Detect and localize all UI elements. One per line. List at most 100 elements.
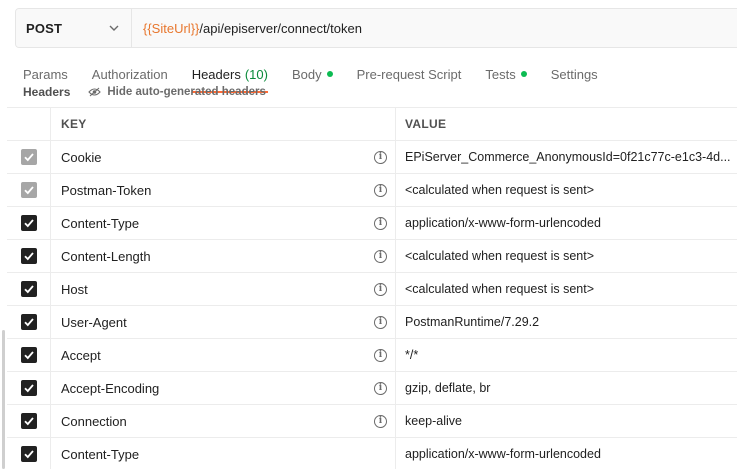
table-row: Accept i */* xyxy=(7,339,737,372)
info-icon[interactable]: i xyxy=(374,150,387,164)
value-cell[interactable]: <calculated when request is sent> xyxy=(396,174,737,206)
key-cell[interactable]: Content-Length i xyxy=(51,240,396,272)
hide-auto-generated-label: Hide auto-generated headers xyxy=(107,86,266,98)
info-icon[interactable]: i xyxy=(374,216,387,230)
info-icon[interactable]: i xyxy=(374,249,387,263)
hide-auto-generated-button[interactable]: Hide auto-generated headers xyxy=(88,86,266,98)
tab-label: Settings xyxy=(550,66,598,82)
header-key: Host xyxy=(61,281,88,297)
key-cell[interactable]: Connection i xyxy=(51,405,396,437)
value-cell[interactable]: application/x-www-form-urlencoded xyxy=(396,207,737,239)
info-icon[interactable]: i xyxy=(374,381,387,395)
tab-tests[interactable]: Tests xyxy=(485,66,527,82)
row-checkbox[interactable] xyxy=(20,413,37,429)
request-url-bar: POST {{SiteUrl}} /api/episerver/connect/… xyxy=(15,8,737,48)
table-row: Postman-Token i <calculated when request i… xyxy=(7,174,737,207)
header-key: Accept xyxy=(61,347,101,363)
value-cell[interactable]: */* xyxy=(396,339,737,371)
tab-params[interactable]: Params xyxy=(23,67,68,82)
row-checkbox[interactable] xyxy=(20,149,37,165)
header-value: application/x-www-form-urlencoded xyxy=(405,216,601,230)
table-row: Host i <calculated when request is sent> xyxy=(7,273,737,306)
key-cell[interactable]: Host i xyxy=(51,273,396,305)
header-key: Accept-Encoding xyxy=(61,380,160,396)
header-value: */* xyxy=(405,348,419,362)
key-cell[interactable]: User-Agent i xyxy=(51,306,396,338)
key-cell[interactable]: Content-Type xyxy=(51,438,396,469)
url-input[interactable]: {{SiteUrl}} /api/episerver/connect/token xyxy=(132,9,362,47)
header-key: Content-Length xyxy=(61,248,151,264)
checkbox-cell xyxy=(7,240,51,272)
row-checkbox[interactable] xyxy=(20,347,37,363)
table-row: User-Agent i PostmanRuntime/7.29.2 xyxy=(7,306,737,339)
value-cell[interactable]: <calculated when request is sent> xyxy=(396,273,737,305)
row-checkbox[interactable] xyxy=(20,248,37,264)
column-header-key: KEY xyxy=(51,108,396,140)
tab-pre-request-script[interactable]: Pre-request Script xyxy=(357,67,462,82)
table-row: Cookie i EPiServer_Commerce_AnonymousId=0f… xyxy=(7,141,737,174)
checkmark-icon xyxy=(23,186,34,195)
checkbox-cell xyxy=(7,405,51,437)
value-cell[interactable]: PostmanRuntime/7.29.2 xyxy=(396,306,737,338)
row-checkbox[interactable] xyxy=(20,281,37,297)
headers-subheader: Headers Hide auto-generated headers xyxy=(23,84,266,100)
key-cell[interactable]: Content-Type i xyxy=(51,207,396,239)
tab-label: Headers xyxy=(191,66,241,82)
url-variable: {{SiteUrl}} xyxy=(143,20,200,36)
section-title: Headers xyxy=(23,85,71,99)
checkmark-icon xyxy=(23,252,34,261)
checkbox-cell xyxy=(7,273,51,305)
tab-label: Pre-request Script xyxy=(356,66,462,82)
tab-settings[interactable]: Settings xyxy=(551,67,598,82)
info-icon[interactable]: i xyxy=(374,282,387,296)
row-checkbox[interactable] xyxy=(20,446,37,462)
scrollbar-thumb[interactable] xyxy=(2,330,5,469)
header-value: <calculated when request is sent> xyxy=(405,183,595,197)
key-cell[interactable]: Cookie i xyxy=(51,141,396,173)
method-select[interactable]: POST xyxy=(16,9,132,47)
table-header-row: KEY VALUE xyxy=(7,108,737,141)
row-checkbox[interactable] xyxy=(20,380,37,396)
row-checkbox[interactable] xyxy=(20,314,37,330)
checkbox-cell xyxy=(7,372,51,404)
value-cell[interactable]: gzip, deflate, br xyxy=(396,372,737,404)
eye-off-icon xyxy=(88,87,102,97)
tab-authorization[interactable]: Authorization xyxy=(92,67,168,82)
table-row: Content-Type application/x-www-form-urlen… xyxy=(7,438,737,469)
value-cell[interactable]: <calculated when request is sent> xyxy=(396,240,737,272)
tab-label: Params xyxy=(23,66,68,82)
header-key: Content-Type xyxy=(61,446,140,462)
header-key: Postman-Token xyxy=(61,182,152,198)
info-icon[interactable]: i xyxy=(374,414,387,428)
value-cell[interactable]: EPiServer_Commerce_AnonymousId=0f21c77c-… xyxy=(396,141,737,173)
tab-body[interactable]: Body xyxy=(292,67,333,82)
checkmark-icon xyxy=(23,351,34,360)
header-value: EPiServer_Commerce_AnonymousId=0f21c77c-… xyxy=(405,150,731,164)
info-icon[interactable]: i xyxy=(374,183,387,197)
tab-headers[interactable]: Headers (10) xyxy=(191,66,268,93)
row-checkbox[interactable] xyxy=(20,182,37,198)
row-checkbox[interactable] xyxy=(20,215,37,231)
status-dot-icon xyxy=(326,71,333,77)
tab-label: Tests xyxy=(485,66,516,82)
header-value: <calculated when request is sent> xyxy=(405,282,595,296)
key-cell[interactable]: Accept-Encoding i xyxy=(51,372,396,404)
table-row: Content-Length i <calculated when request … xyxy=(7,240,737,273)
info-icon[interactable]: i xyxy=(374,348,387,362)
header-key: Connection xyxy=(61,413,127,429)
info-icon[interactable]: i xyxy=(374,315,387,329)
value-cell[interactable]: keep-alive xyxy=(396,405,737,437)
checkbox-cell xyxy=(7,207,51,239)
headers-count: (10) xyxy=(244,66,268,82)
header-key: Content-Type xyxy=(61,215,140,231)
key-cell[interactable]: Postman-Token i xyxy=(51,174,396,206)
url-path: /api/episerver/connect/token xyxy=(199,20,362,36)
header-value: <calculated when request is sent> xyxy=(405,249,595,263)
tab-label: Body xyxy=(291,66,322,82)
checkbox-cell xyxy=(7,438,51,469)
key-cell[interactable]: Accept i xyxy=(51,339,396,371)
checkmark-icon xyxy=(23,153,34,162)
checkmark-icon xyxy=(23,318,34,327)
checkbox-cell xyxy=(7,339,51,371)
value-cell[interactable]: application/x-www-form-urlencoded xyxy=(396,438,737,469)
